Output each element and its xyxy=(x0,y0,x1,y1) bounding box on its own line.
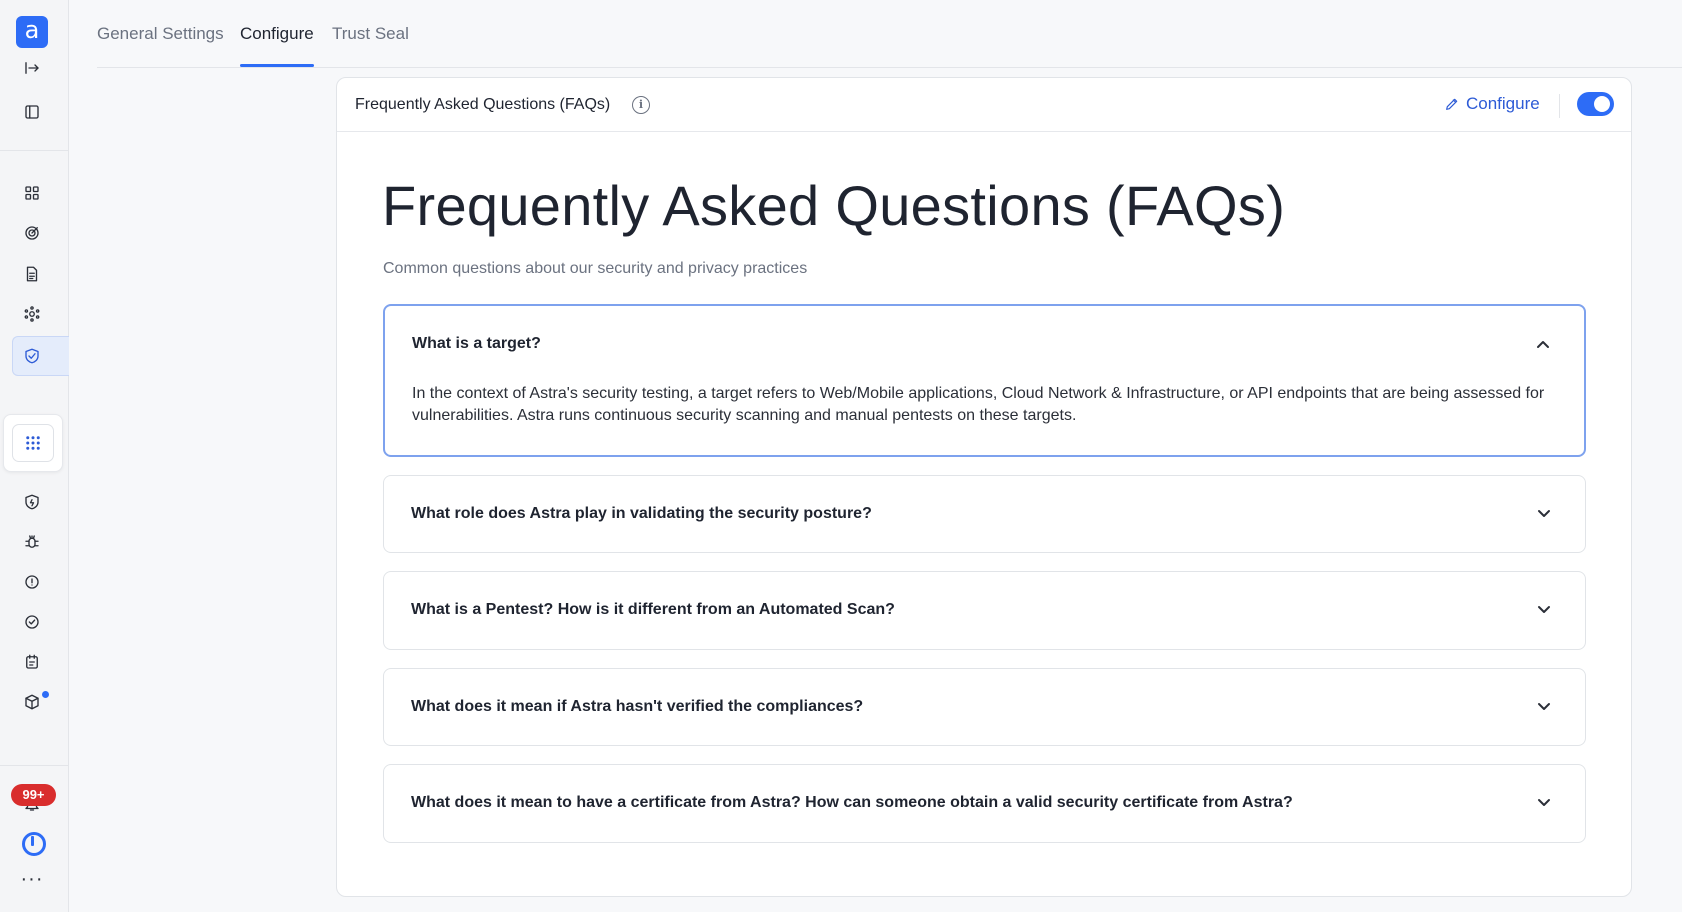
astra-logo[interactable]: a xyxy=(16,16,48,48)
sidebar-divider xyxy=(0,150,68,151)
panel-icon[interactable] xyxy=(20,100,44,124)
faq-question[interactable]: What role does Astra play in validating … xyxy=(411,505,872,523)
chevron-up-icon[interactable] xyxy=(1536,337,1550,351)
faq-section-card: Frequently Asked Questions (FAQs) i Conf… xyxy=(336,77,1632,897)
alert-icon[interactable] xyxy=(20,570,44,594)
chevron-down-icon[interactable] xyxy=(1537,700,1551,714)
notifications-badge[interactable]: 99+ xyxy=(11,784,56,806)
more-icon[interactable]: ··· xyxy=(20,869,44,889)
header-divider xyxy=(1559,94,1560,118)
pencil-icon xyxy=(1446,98,1458,110)
integrations-icon[interactable] xyxy=(20,302,44,326)
power-icon[interactable] xyxy=(22,832,46,856)
card-title: Frequently Asked Questions (FAQs) xyxy=(355,96,611,113)
bug-icon[interactable] xyxy=(20,530,44,554)
card-header: Frequently Asked Questions (FAQs) i Conf… xyxy=(337,78,1631,132)
faq-question[interactable]: What is a target? xyxy=(412,335,541,353)
faq-item[interactable]: What is a target? In the context of Astr… xyxy=(383,304,1586,457)
apps-launcher[interactable] xyxy=(3,414,63,472)
tab-trust-seal[interactable]: Trust Seal xyxy=(332,24,409,44)
notification-dot xyxy=(42,691,49,698)
faq-item[interactable]: What does it mean to have a certificate … xyxy=(383,764,1586,843)
calendar-icon[interactable] xyxy=(20,650,44,674)
tab-configure[interactable]: Configure xyxy=(240,24,314,44)
expand-icon[interactable] xyxy=(20,56,44,80)
tab-general-settings[interactable]: General Settings xyxy=(97,24,224,44)
dashboard-icon[interactable] xyxy=(20,181,44,205)
shield-icon[interactable] xyxy=(20,490,44,514)
faq-item[interactable]: What role does Astra play in validating … xyxy=(383,475,1586,553)
chevron-down-icon[interactable] xyxy=(1537,507,1551,521)
sidebar: a 99+ ··· xyxy=(0,0,69,912)
faq-item[interactable]: What is a Pentest? How is it different f… xyxy=(383,571,1586,650)
trust-center-icon[interactable] xyxy=(20,344,44,368)
faq-question[interactable]: What is a Pentest? How is it different f… xyxy=(411,601,895,619)
sidebar-divider-bottom xyxy=(0,765,68,766)
configure-button[interactable]: Configure xyxy=(1444,94,1540,114)
faq-question[interactable]: What does it mean if Astra hasn't verifi… xyxy=(411,698,863,716)
check-circle-icon[interactable] xyxy=(20,610,44,634)
faq-item[interactable]: What does it mean if Astra hasn't verifi… xyxy=(383,668,1586,746)
tabs-divider xyxy=(97,67,1682,68)
target-icon[interactable] xyxy=(20,221,44,245)
faq-answer: In the context of Astra's security testi… xyxy=(412,385,1545,424)
package-icon[interactable] xyxy=(20,690,44,714)
configure-button-label: Configure xyxy=(1466,94,1540,113)
info-icon[interactable]: i xyxy=(632,96,650,114)
chevron-down-icon[interactable] xyxy=(1537,796,1551,810)
document-icon[interactable] xyxy=(20,262,44,286)
faq-heading: Frequently Asked Questions (FAQs) xyxy=(382,174,1286,237)
apps-grid-icon[interactable] xyxy=(12,424,54,462)
faq-visibility-toggle[interactable] xyxy=(1577,92,1614,116)
faq-question[interactable]: What does it mean to have a certificate … xyxy=(411,794,1293,812)
chevron-down-icon[interactable] xyxy=(1537,603,1551,617)
active-tab-indicator xyxy=(240,64,314,67)
faq-subheading: Common questions about our security and … xyxy=(383,260,808,277)
